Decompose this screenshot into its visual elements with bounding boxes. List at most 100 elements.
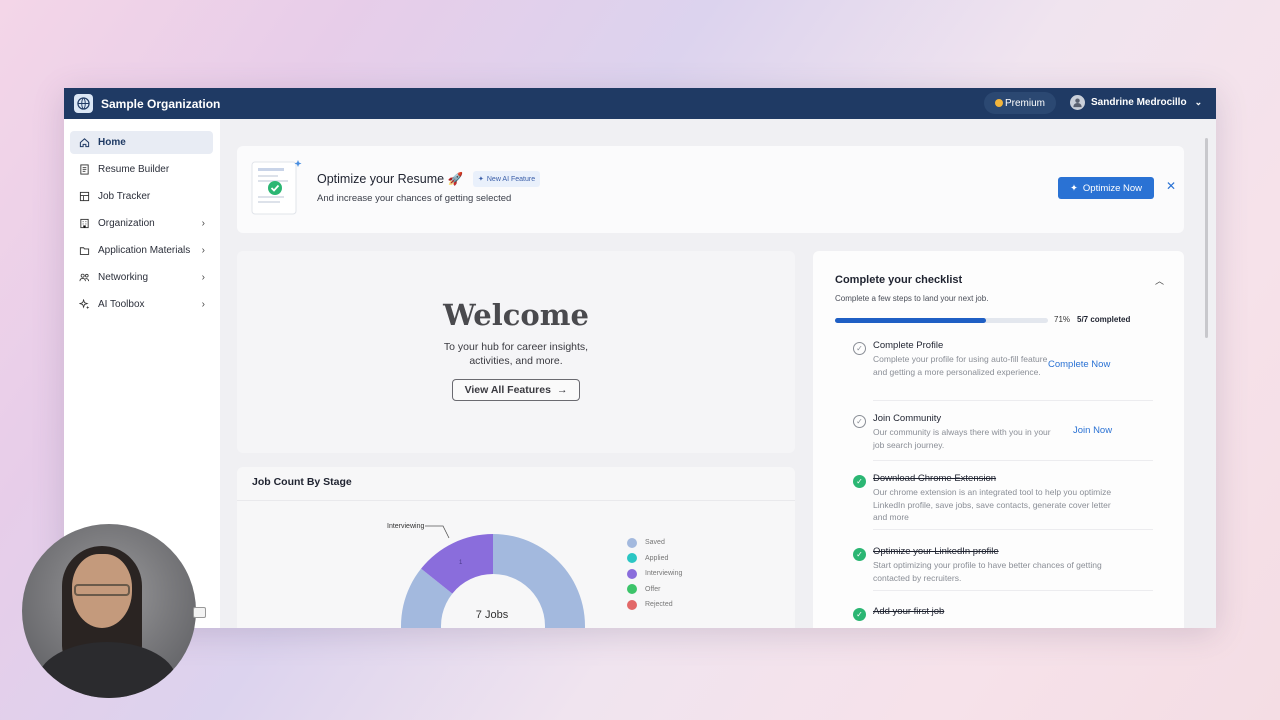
top-bar: Sample Organization Premium Sandrine Med… <box>64 88 1216 119</box>
sidebar-item-networking[interactable]: Networking › <box>70 266 213 289</box>
welcome-subtitle: To your hub for career insights, activit… <box>443 341 589 367</box>
user-menu[interactable]: Sandrine Medrocillo ⌄ <box>1070 95 1202 110</box>
sidebar-item-application-materials[interactable]: Application Materials › <box>70 239 213 262</box>
table-icon <box>78 191 90 203</box>
legend-swatch <box>627 599 637 610</box>
donut-center-label: 7 Jobs <box>475 609 509 621</box>
user-avatar <box>1070 95 1085 110</box>
view-all-features-label: View All Features <box>464 384 551 396</box>
sidebar-item-label: Resume Builder <box>98 164 170 175</box>
sidebar-item-resume-builder[interactable]: Resume Builder <box>70 158 213 181</box>
sidebar-item-organization[interactable]: Organization › <box>70 212 213 235</box>
main-content: Optimize your Resume 🚀 ✦ New AI Feature … <box>220 119 1216 628</box>
camera-toggle-icon[interactable] <box>193 607 206 618</box>
sidebar-item-job-tracker[interactable]: Job Tracker <box>70 185 213 208</box>
progress-percent: 71% <box>1054 315 1071 324</box>
org-logo-icon[interactable] <box>74 94 93 113</box>
welcome-title: Welcome <box>443 298 589 332</box>
scrollbar-thumb[interactable] <box>1205 138 1208 338</box>
optimize-now-button[interactable]: ✦ Optimize Now <box>1058 177 1154 199</box>
view-all-features-button[interactable]: View All Features → <box>452 379 580 401</box>
legend-swatch <box>627 553 637 564</box>
optimize-resume-banner: Optimize your Resume 🚀 ✦ New AI Feature … <box>237 146 1184 233</box>
legend-item-offer[interactable]: Offer <box>627 582 682 598</box>
legend-item-interviewing[interactable]: Interviewing <box>627 566 682 582</box>
document-icon <box>78 164 90 176</box>
checklist-card: Complete your checklist ︿ Complete a few… <box>813 251 1184 628</box>
sidebar-item-label: Application Materials <box>98 245 191 256</box>
chevron-right-icon: › <box>201 218 205 229</box>
badge-label: New AI Feature <box>486 175 536 183</box>
legend-swatch <box>627 568 637 579</box>
unchecked-circle-icon: ✓ <box>853 342 866 355</box>
people-icon <box>78 272 90 284</box>
legend-label: Applied <box>645 554 669 562</box>
check-circle-icon: ✓ <box>853 608 866 621</box>
divider <box>237 500 795 501</box>
legend-label: Rejected <box>645 601 673 609</box>
app-window: Sample Organization Premium Sandrine Med… <box>64 88 1216 628</box>
chevron-right-icon: › <box>201 272 205 283</box>
person-body <box>37 642 177 698</box>
unchecked-circle-icon: ✓ <box>853 415 866 428</box>
chevron-right-icon: › <box>201 245 205 256</box>
banner-subtitle: And increase your chances of getting sel… <box>317 193 512 204</box>
sidebar-item-label: AI Toolbox <box>98 299 145 310</box>
sidebar-item-label: Job Tracker <box>98 191 151 202</box>
chevron-right-icon: › <box>201 299 205 310</box>
job-count-title: Job Count By Stage <box>252 476 352 488</box>
task-title: Download Chrome Extension <box>873 473 997 484</box>
legend-label: Saved <box>645 539 665 547</box>
chevron-up-icon[interactable]: ︿ <box>1155 274 1164 287</box>
new-ai-feature-badge: ✦ New AI Feature <box>473 171 541 187</box>
arrow-right-icon: → <box>556 384 568 396</box>
legend-label: Offer <box>645 585 661 593</box>
chevron-down-icon: ⌄ <box>1194 97 1203 107</box>
building-icon <box>78 218 90 230</box>
org-name[interactable]: Sample Organization <box>101 97 220 111</box>
task-description: Our community is always there with you i… <box>873 427 1051 450</box>
sidebar-item-label: Home <box>98 137 126 148</box>
checklist-subtitle: Complete a few steps to land your next j… <box>835 294 989 303</box>
glasses <box>74 584 130 596</box>
task-description: Start optimizing your profile to have be… <box>873 560 1102 583</box>
job-count-card: Job Count By Stage Interviewing 1 7 Jobs… <box>237 467 795 628</box>
banner-title: Optimize your Resume 🚀 <box>317 172 464 186</box>
legend-item-rejected[interactable]: Rejected <box>627 597 682 613</box>
task-title: Optimize your LinkedIn profile <box>873 546 999 557</box>
close-icon[interactable]: ✕ <box>1166 179 1176 193</box>
sidebar-item-label: Organization <box>98 218 155 229</box>
premium-icon <box>994 99 1003 107</box>
sidebar-item-label: Networking <box>98 272 149 283</box>
task-title: Join Community <box>873 413 942 424</box>
legend-item-saved[interactable]: Saved <box>627 535 682 551</box>
callout-line <box>425 525 450 539</box>
progress-fill <box>835 318 987 323</box>
legend-label: Interviewing <box>645 570 683 578</box>
sparkle-icon: ✦ <box>1069 182 1078 194</box>
divider <box>873 529 1153 530</box>
check-circle-icon: ✓ <box>853 548 866 561</box>
divider <box>873 400 1153 401</box>
complete-now-link[interactable]: Complete Now <box>1048 359 1110 370</box>
checklist-progress-bar <box>835 318 1048 323</box>
divider <box>873 460 1153 461</box>
premium-button[interactable]: Premium <box>984 92 1056 114</box>
legend-swatch <box>627 537 637 548</box>
sidebar-item-ai-toolbox[interactable]: AI Toolbox › <box>70 293 213 316</box>
legend-item-applied[interactable]: Applied <box>627 551 682 567</box>
sidebar-item-home[interactable]: Home <box>70 131 213 154</box>
divider <box>873 590 1153 591</box>
progress-count: 5/7 completed <box>1077 315 1131 324</box>
interviewing-callout-label: Interviewing <box>387 523 425 530</box>
checklist-title: Complete your checklist <box>835 274 963 286</box>
join-now-link[interactable]: Join Now <box>1073 425 1112 436</box>
resume-illustration-icon <box>250 158 302 216</box>
legend-swatch <box>627 584 637 595</box>
optimize-now-label: Optimize Now <box>1082 182 1143 194</box>
chart-legend: Saved Applied Interviewing Offer Rejected <box>627 535 682 613</box>
user-name: Sandrine Medrocillo <box>1091 97 1187 108</box>
task-title: Complete Profile <box>873 340 944 351</box>
premium-label: Premium <box>1004 97 1045 109</box>
webcam-overlay <box>22 524 196 698</box>
